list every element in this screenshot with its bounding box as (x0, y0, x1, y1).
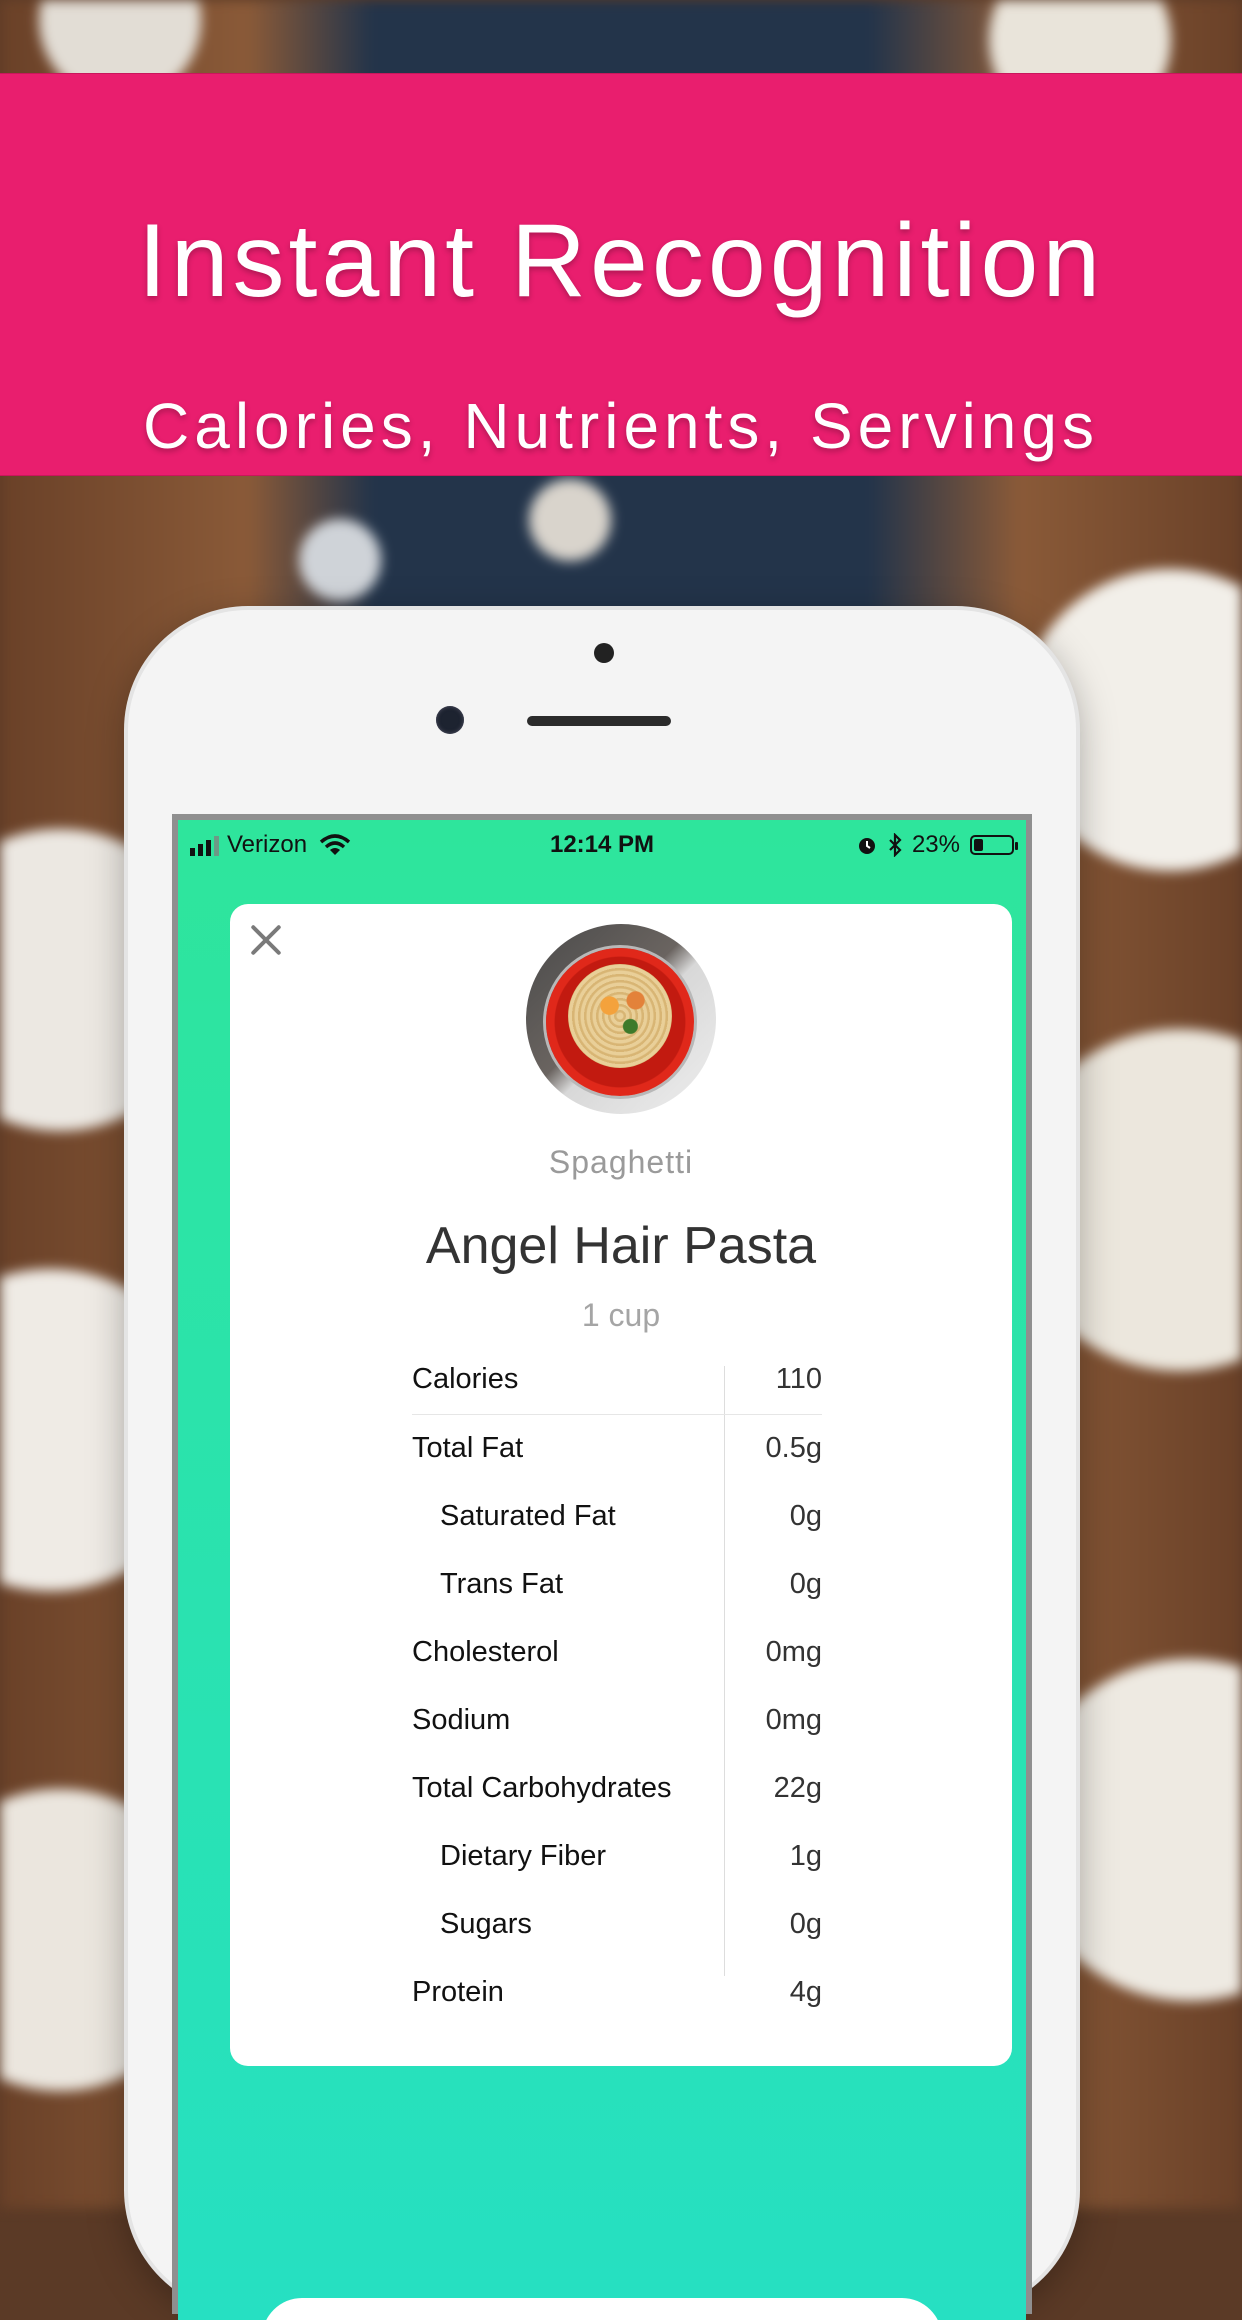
nutrition-table: Calories 110 Total Fat 0.5g Saturated Fat 0g T… (412, 1346, 822, 2027)
status-right: 23% (856, 831, 1018, 859)
nutrition-row: Saturated Fat 0g (412, 1483, 822, 1551)
nutrition-row: Total Carbohydrates 22g (412, 1755, 822, 1823)
nutrient-value: 0g (789, 1568, 822, 1600)
nutrition-row: Sodium 0mg (412, 1687, 822, 1755)
nutrient-label: Calories (412, 1363, 519, 1395)
food-photo (526, 924, 716, 1114)
phone-screen: Verizon 12:14 PM 23% Spaghetti Angel Hai… (178, 820, 1026, 2320)
nutrient-label: Saturated Fat (440, 1500, 616, 1532)
nutrition-row: Dietary Fiber 1g (412, 1823, 822, 1891)
nutrient-value: 0.5g (765, 1432, 822, 1464)
nutrition-row: Total Fat 0.5g (412, 1415, 822, 1483)
close-icon[interactable] (248, 922, 284, 958)
nutrient-label: Dietary Fiber (440, 1840, 606, 1872)
food-name: Angel Hair Pasta (425, 1217, 817, 1275)
nutrient-value: 4g (789, 1976, 822, 2008)
pasta (568, 964, 672, 1068)
battery-percent: 23% (911, 831, 960, 858)
banner-subtitle: Calories, Nutrients, Servings (143, 390, 1099, 462)
battery-icon (970, 835, 1018, 855)
nutrition-row: Cholesterol 0mg (412, 1619, 822, 1687)
nutrient-value: 110 (775, 1363, 822, 1395)
nutrient-label: Trans Fat (440, 1568, 564, 1600)
battery-fill (974, 839, 984, 851)
nutrition-row: Protein 4g (412, 1959, 822, 2027)
proximity-sensor (436, 706, 464, 734)
nutrient-label: Sodium (412, 1704, 511, 1736)
nutrient-value: 0mg (765, 1704, 822, 1736)
nutrient-label: Total Fat (412, 1432, 524, 1464)
nutrient-value: 0mg (765, 1636, 822, 1668)
nutrient-label: Total Carbohydrates (412, 1772, 672, 1804)
food-category: Spaghetti (548, 1144, 694, 1180)
bottom-action-button[interactable] (262, 2298, 942, 2320)
status-bar: Verizon 12:14 PM 23% (178, 820, 1026, 870)
nutrient-value: 0g (789, 1908, 822, 1940)
earpiece-speaker (527, 716, 671, 726)
nutrient-label: Sugars (440, 1908, 532, 1940)
nutrition-card: Spaghetti Angel Hair Pasta 1 cup Calorie… (230, 904, 1012, 2066)
banner-title: Instant Recognition (137, 203, 1105, 319)
nutrient-value: 0g (789, 1500, 822, 1532)
nutrition-row: Calories 110 (412, 1346, 822, 1415)
front-camera (594, 643, 614, 663)
alarm-icon (858, 838, 875, 854)
nutrient-label: Protein (412, 1976, 504, 2008)
nutrient-label: Cholesterol (412, 1636, 559, 1668)
nutrition-row: Trans Fat 0g (412, 1551, 822, 1619)
nutrient-value: 1g (789, 1840, 822, 1872)
nutrient-value: 22g (773, 1772, 822, 1804)
nutrition-row: Sugars 0g (412, 1891, 822, 1959)
promo-banner: Instant Recognition Calories, Nutrients,… (0, 73, 1242, 476)
bluetooth-icon (889, 833, 902, 857)
serving-size: 1 cup (581, 1297, 661, 1333)
